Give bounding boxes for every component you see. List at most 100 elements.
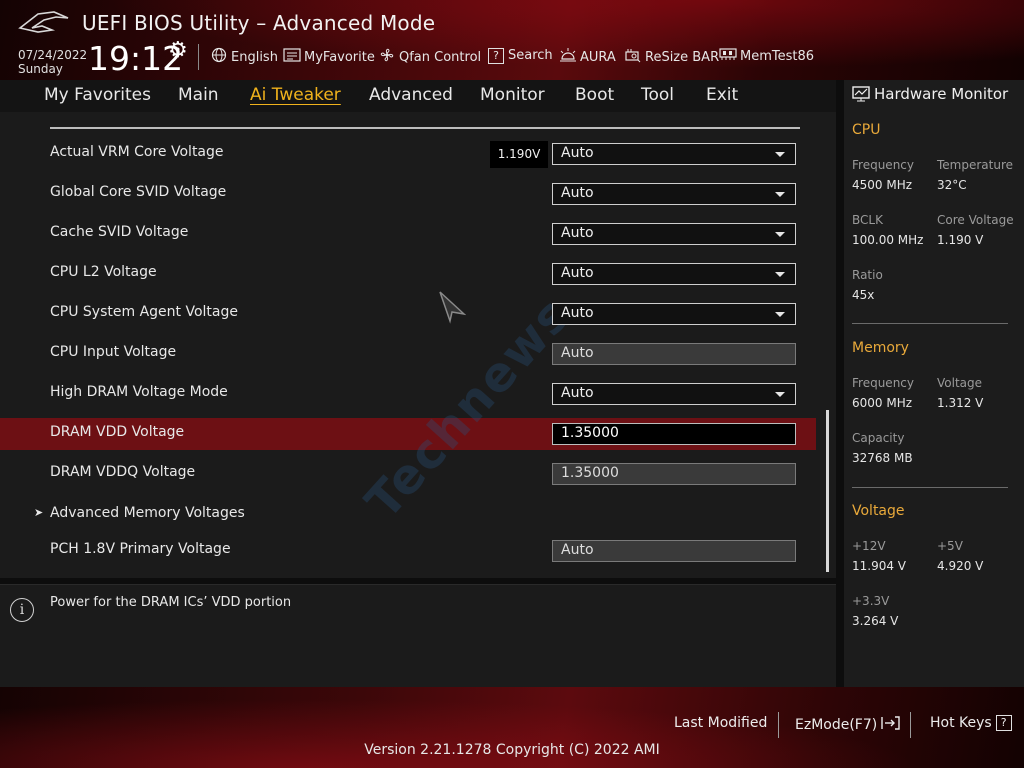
setting-label[interactable]: Cache SVID Voltage (50, 224, 188, 240)
setting-label[interactable]: DRAM VDD Voltage (50, 424, 184, 440)
memory-frequency-value: 6000 MHz (852, 396, 913, 410)
global-core-svid-voltage-dropdown[interactable]: Auto (552, 183, 796, 205)
exit-arrow-icon (881, 715, 901, 735)
v33-value: 3.264 V (852, 614, 899, 628)
monitor-icon (852, 86, 870, 102)
advanced-memory-voltages-submenu[interactable]: Advanced Memory Voltages (50, 505, 245, 521)
ratio-label: Ratio (852, 268, 883, 282)
dropdown-value: Auto (561, 185, 594, 201)
ezmode-button[interactable]: EzMode(F7) (795, 715, 901, 735)
tool-qfan-control[interactable]: Qfan Control (378, 47, 481, 67)
cpu-temperature-value: 32°C (937, 178, 967, 192)
pch-primary-voltage-field: Auto (552, 540, 796, 562)
last-modified-button[interactable]: Last Modified (674, 715, 767, 731)
setting-label[interactable]: High DRAM Voltage Mode (50, 384, 228, 400)
tab-tool[interactable]: Tool (641, 85, 674, 105)
tool-label: AURA (580, 49, 616, 65)
setting-label[interactable]: Actual VRM Core Voltage (50, 144, 224, 160)
cpu-heading: CPU (852, 122, 881, 138)
footer-divider (910, 712, 911, 738)
tool-memtest86[interactable]: MemTest86 (719, 47, 814, 65)
dram-vddq-voltage-field: 1.35000 (552, 463, 796, 485)
submenu-arrow-icon: ➤ (34, 506, 44, 519)
tab-monitor[interactable]: Monitor (480, 85, 545, 105)
tool-label: ReSize BAR (645, 49, 720, 65)
tab-boot[interactable]: Boot (575, 85, 614, 105)
tool-label: Qfan Control (399, 49, 482, 65)
footer-divider (778, 712, 779, 738)
setting-label[interactable]: CPU Input Voltage (50, 344, 176, 360)
scrollbar-thumb[interactable] (826, 410, 829, 572)
tool-resize-bar[interactable]: ReSize BAR (624, 47, 719, 67)
setting-label[interactable]: CPU System Agent Voltage (50, 304, 238, 320)
setting-label[interactable]: CPU L2 Voltage (50, 264, 157, 280)
cpu-l2-voltage-dropdown[interactable]: Auto (552, 263, 796, 285)
dropdown-value: Auto (561, 265, 594, 281)
ratio-value: 45x (852, 288, 875, 302)
tab-ai-tweaker[interactable]: Ai Tweaker (250, 85, 341, 105)
vrm-voltage-reading: 1.190V (490, 141, 548, 168)
capacity-label: Capacity (852, 431, 905, 445)
setting-label[interactable]: Global Core SVID Voltage (50, 184, 226, 200)
tab-main[interactable]: Main (178, 85, 219, 105)
help-question-icon: ? (995, 715, 1012, 731)
hw-divider (852, 323, 1008, 324)
dropdown-arrow-icon (775, 272, 785, 277)
tool-label: Search (508, 48, 553, 63)
core-voltage-value: 1.190 V (937, 233, 984, 247)
hardware-monitor-title: Hardware Monitor (852, 85, 1008, 103)
dropdown-value: Auto (561, 145, 594, 161)
tool-label: MemTest86 (740, 48, 815, 64)
day-text: Sunday (18, 62, 63, 76)
tab-my-favorites[interactable]: My Favorites (44, 85, 151, 105)
dropdown-arrow-icon (775, 152, 785, 157)
hw-title-text: Hardware Monitor (874, 85, 1009, 103)
app-title: UEFI BIOS Utility – Advanced Mode (82, 11, 436, 35)
setting-label[interactable]: PCH 1.8V Primary Voltage (50, 541, 231, 557)
globe-icon (210, 47, 228, 67)
mouse-cursor-icon (439, 291, 466, 324)
rog-logo-icon (18, 11, 69, 33)
v5-value: 4.920 V (937, 559, 984, 573)
dropdown-arrow-icon (775, 232, 785, 237)
v5-label: +5V (937, 539, 963, 553)
tab-exit[interactable]: Exit (706, 85, 738, 105)
voltage-heading: Voltage (852, 503, 905, 519)
aura-light-icon (559, 47, 577, 67)
bclk-value: 100.00 MHz (852, 233, 924, 247)
gear-icon[interactable]: ⚙ (168, 38, 188, 63)
v33-label: +3.3V (852, 594, 890, 608)
dropdown-value: Auto (561, 305, 594, 321)
bclk-label: BCLK (852, 213, 883, 227)
tab-advanced[interactable]: Advanced (369, 85, 453, 105)
help-text: Power for the DRAM ICs’ VDD portion (50, 595, 292, 610)
hot-keys-label: Hot Keys (930, 715, 992, 731)
tool-label: MyFavorite (304, 49, 375, 65)
memory-voltage-value: 1.312 V (937, 396, 984, 410)
dropdown-arrow-icon (775, 392, 785, 397)
tool-english[interactable]: English (210, 47, 278, 67)
capacity-value: 32768 MB (852, 451, 913, 465)
favorite-list-icon (283, 47, 301, 67)
dropdown-arrow-icon (775, 312, 785, 317)
dropdown-value: Auto (561, 225, 594, 241)
cache-svid-voltage-dropdown[interactable]: Auto (552, 223, 796, 245)
cpu-frequency-label: Frequency (852, 158, 914, 172)
dram-vdd-voltage-input[interactable]: 1.35000 (552, 423, 796, 445)
high-dram-voltage-mode-dropdown[interactable]: Auto (552, 383, 796, 405)
cpu-temperature-label: Temperature (937, 158, 1014, 172)
tool-label: English (231, 49, 278, 65)
cpu-system-agent-voltage-dropdown[interactable]: Auto (552, 303, 796, 325)
hw-divider (852, 487, 1008, 488)
search-help-icon: ? (487, 47, 505, 64)
version-text: Version 2.21.1278 Copyright (C) 2022 AMI (364, 742, 660, 758)
tool-myfavorite[interactable]: MyFavorite (283, 47, 375, 67)
fan-icon (378, 47, 396, 67)
setting-label[interactable]: DRAM VDDQ Voltage (50, 464, 195, 480)
dropdown-value: Auto (561, 385, 594, 401)
tool-aura[interactable]: AURA (559, 47, 616, 67)
tool-search[interactable]: ? Search (487, 47, 553, 64)
actual-vrm-core-voltage-dropdown[interactable]: Auto (552, 143, 796, 165)
date-text: 07/24/2022 (18, 48, 88, 62)
hot-keys-button[interactable]: Hot Keys ? (930, 715, 1012, 731)
